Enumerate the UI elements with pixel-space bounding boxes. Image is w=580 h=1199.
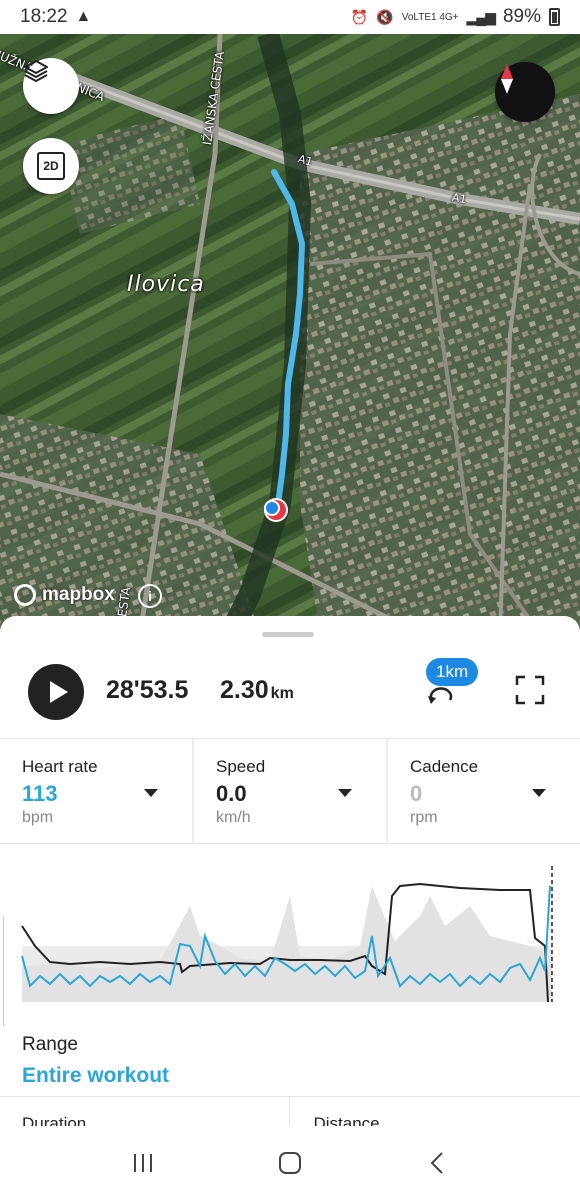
status-bar: 18:22 ▲ ⏰ 🔇 VoLTE1 4G+ ▂▄▆ 89% — [0, 0, 580, 34]
signal-icon: ▂▄▆ — [466, 8, 496, 25]
recent-apps-button[interactable] — [123, 1143, 163, 1183]
satellite-imagery — [0, 34, 580, 634]
range-label: Range — [22, 1034, 78, 1055]
back-chevron-icon — [430, 1151, 443, 1174]
metric-label: Heart rate — [22, 757, 98, 776]
distance-unit: km — [270, 685, 294, 702]
metric-label: Cadence — [410, 757, 479, 776]
layers-icon — [24, 60, 48, 82]
workout-sheet: 28'53.5 2.30 km 1km Heart rate 113 bpm Sp… — [0, 616, 580, 1199]
metric-label: Speed — [216, 757, 266, 776]
mapbox-attribution[interactable]: mapbox — [14, 584, 115, 606]
graph-canvas — [21, 866, 553, 1003]
graph-edge-marker — [0, 916, 4, 1026]
status-time: 18:22 — [20, 6, 68, 27]
metric-value: 113 — [22, 781, 58, 806]
metric-speed[interactable]: Speed 0.0 km/h — [194, 739, 386, 843]
battery-icon — [549, 8, 560, 26]
play-icon — [49, 681, 68, 703]
network-label: VoLTE1 4G+ — [401, 11, 459, 23]
map-place-label: Ilovica — [127, 272, 205, 297]
playback-distance: 2.30 km — [220, 676, 294, 705]
mute-icon: 🔇 — [376, 8, 394, 25]
dropdown-caret-icon[interactable] — [338, 789, 352, 797]
elapsed-time: 28'53.5 — [106, 676, 189, 704]
mapbox-label: mapbox — [42, 584, 115, 605]
home-icon — [278, 1151, 301, 1174]
metric-unit: bpm — [22, 809, 54, 826]
mapbox-logo-icon — [14, 584, 36, 606]
metric-value: 0.0 — [216, 781, 247, 806]
metric-selectors: Heart rate 113 bpm Speed 0.0 km/h Cadenc… — [0, 738, 580, 844]
map-view[interactable]: Ilovica JUŽNA OBILAZNICA IŽANSKA CESTA A… — [0, 34, 580, 634]
dropdown-caret-icon[interactable] — [532, 789, 546, 797]
alert-triangle-icon: ▲ — [75, 8, 92, 25]
recent-apps-icon — [134, 1153, 153, 1172]
battery-percent: 89% — [502, 6, 541, 27]
view-mode-button[interactable]: 2D — [23, 138, 79, 194]
metric-cadence[interactable]: Cadence 0 rpm — [388, 739, 580, 843]
map-road-label-4: A1 — [450, 190, 468, 207]
status-icons: ⏰ 🔇 VoLTE1 4G+ ▂▄▆ 89% — [351, 6, 560, 28]
alarm-icon: ⏰ — [350, 8, 369, 25]
distance-value: 2.30 — [220, 676, 269, 704]
metric-heart-rate[interactable]: Heart rate 113 bpm — [0, 739, 192, 843]
lap-distance-badge[interactable]: 1km — [426, 658, 479, 686]
metric-unit: km/h — [216, 809, 251, 826]
map-2d-icon: 2D — [37, 152, 65, 180]
home-button[interactable] — [270, 1143, 310, 1183]
range-value[interactable]: Entire workout — [22, 1064, 169, 1088]
android-nav-bar — [0, 1126, 580, 1199]
metric-unit: rpm — [410, 809, 438, 826]
info-icon[interactable]: i — [138, 584, 162, 608]
dropdown-caret-icon[interactable] — [144, 789, 158, 797]
drag-handle[interactable] — [262, 632, 314, 637]
workout-graph[interactable] — [0, 846, 580, 1022]
play-button[interactable] — [28, 664, 84, 720]
compass-button[interactable] — [495, 62, 555, 122]
compass-icon — [501, 64, 513, 94]
layers-button[interactable] — [23, 58, 79, 114]
metric-value: 0 — [410, 781, 423, 806]
fullscreen-icon[interactable] — [514, 674, 546, 706]
view-mode-label: 2D — [43, 159, 59, 173]
range-section[interactable]: Range Entire workout — [22, 1034, 169, 1088]
back-button[interactable] — [417, 1143, 457, 1183]
